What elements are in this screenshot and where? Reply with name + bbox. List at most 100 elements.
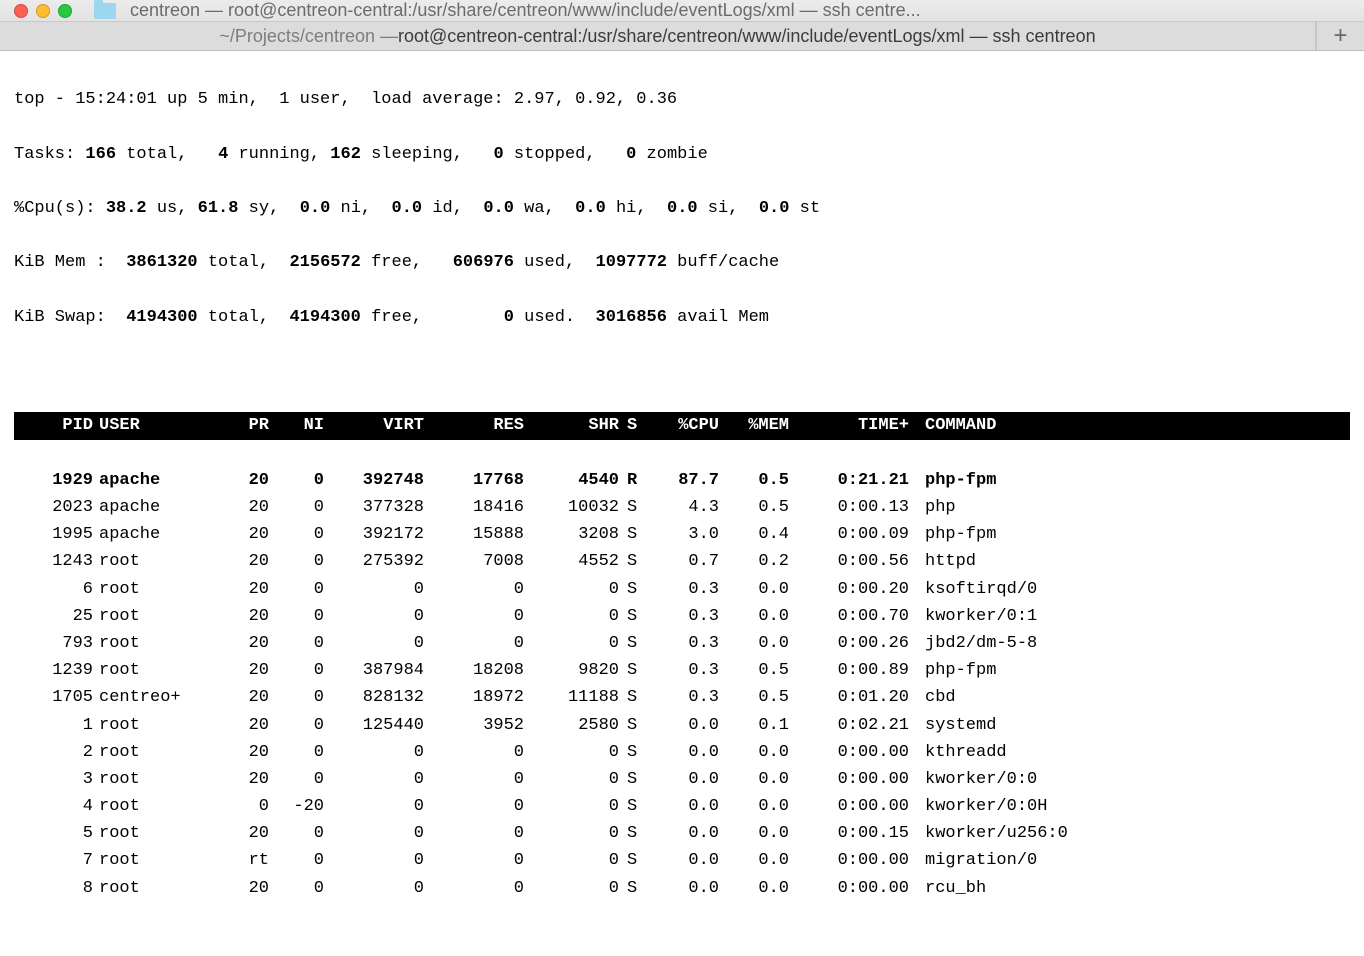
cell-ni: 0 (269, 521, 324, 548)
process-row: 793root200000S0.30.00:00.26jbd2/dm-5-8 (14, 630, 1350, 657)
cell-virt: 0 (324, 820, 424, 847)
col-pid: PID (14, 412, 99, 439)
col-cmd: COMMAND (919, 412, 1350, 439)
cell-pid: 5 (14, 820, 99, 847)
cell-ni: 0 (269, 847, 324, 874)
cell-virt: 387984 (324, 657, 424, 684)
top-summary-cpu: %Cpu(s): 38.2 us, 61.8 sy, 0.0 ni, 0.0 i… (14, 195, 1350, 222)
cell-res: 0 (424, 820, 524, 847)
cell-cmd: php-fpm (919, 467, 1350, 494)
cell-s: S (619, 793, 649, 820)
process-row: 1705centreo+2008281321897211188S0.30.50:… (14, 684, 1350, 711)
cell-cmd: rcu_bh (919, 875, 1350, 902)
cell-s: S (619, 657, 649, 684)
cell-ni: 0 (269, 657, 324, 684)
col-cpu: %CPU (649, 412, 719, 439)
cell-s: S (619, 684, 649, 711)
cell-user: root (99, 603, 219, 630)
cell-ni: 0 (269, 603, 324, 630)
cell-time: 0:00.00 (789, 875, 919, 902)
terminal-output[interactable]: top - 15:24:01 up 5 min, 1 user, load av… (0, 51, 1364, 956)
cell-ni: 0 (269, 875, 324, 902)
cell-cmd: systemd (919, 712, 1350, 739)
cell-ni: 0 (269, 494, 324, 521)
cell-virt: 0 (324, 766, 424, 793)
cell-user: apache (99, 494, 219, 521)
cell-virt: 0 (324, 875, 424, 902)
cell-mem: 0.0 (719, 603, 789, 630)
cell-mem: 0.0 (719, 739, 789, 766)
cell-shr: 9820 (524, 657, 619, 684)
cell-pr: 20 (219, 494, 269, 521)
cell-s: S (619, 630, 649, 657)
cell-shr: 0 (524, 766, 619, 793)
cell-s: S (619, 847, 649, 874)
cell-pr: 20 (219, 739, 269, 766)
process-row: 5root200000S0.00.00:00.15kworker/u256:0 (14, 820, 1350, 847)
cell-res: 3952 (424, 712, 524, 739)
cell-pid: 1705 (14, 684, 99, 711)
cell-pr: 20 (219, 875, 269, 902)
cell-res: 0 (424, 847, 524, 874)
cell-cmd: cbd (919, 684, 1350, 711)
cell-cmd: migration/0 (919, 847, 1350, 874)
cell-user: root (99, 766, 219, 793)
cell-virt: 0 (324, 847, 424, 874)
cell-cmd: kworker/0:0 (919, 766, 1350, 793)
cell-mem: 0.2 (719, 548, 789, 575)
col-time: TIME+ (789, 412, 919, 439)
cell-ni: -20 (269, 793, 324, 820)
cell-shr: 0 (524, 875, 619, 902)
cell-pid: 2023 (14, 494, 99, 521)
cell-time: 0:00.00 (789, 739, 919, 766)
cell-ni: 0 (269, 630, 324, 657)
cell-pid: 1995 (14, 521, 99, 548)
top-summary-mem: KiB Mem : 3861320 total, 2156572 free, 6… (14, 249, 1350, 276)
cell-time: 0:00.89 (789, 657, 919, 684)
tabbar: ~/Projects/centreon — root@centreon-cent… (0, 22, 1364, 51)
cell-cmd: kworker/u256:0 (919, 820, 1350, 847)
col-res: RES (424, 412, 524, 439)
cell-pr: 20 (219, 766, 269, 793)
cell-ni: 0 (269, 766, 324, 793)
col-pr: PR (219, 412, 269, 439)
cell-mem: 0.0 (719, 630, 789, 657)
cell-s: S (619, 521, 649, 548)
col-user: USER (99, 412, 219, 439)
cell-time: 0:02.21 (789, 712, 919, 739)
col-shr: SHR (524, 412, 619, 439)
process-row: 2root200000S0.00.00:00.00kthreadd (14, 739, 1350, 766)
cell-mem: 0.0 (719, 576, 789, 603)
tab-path-prefix: ~/Projects/centreon — (219, 26, 398, 47)
cell-cpu: 0.0 (649, 712, 719, 739)
cell-user: root (99, 630, 219, 657)
cell-virt: 0 (324, 576, 424, 603)
minimize-icon[interactable] (36, 4, 50, 18)
cell-cmd: php-fpm (919, 657, 1350, 684)
cell-cmd: httpd (919, 548, 1350, 575)
cell-pid: 1243 (14, 548, 99, 575)
process-row: 1root20012544039522580S0.00.10:02.21syst… (14, 712, 1350, 739)
cell-pr: 20 (219, 657, 269, 684)
col-virt: VIRT (324, 412, 424, 439)
cell-res: 0 (424, 576, 524, 603)
new-tab-button[interactable]: + (1316, 22, 1364, 50)
cell-time: 0:00.00 (789, 793, 919, 820)
cell-user: root (99, 847, 219, 874)
cell-mem: 0.5 (719, 467, 789, 494)
tab-active[interactable]: ~/Projects/centreon — root@centreon-cent… (0, 22, 1316, 50)
cell-cpu: 3.0 (649, 521, 719, 548)
cell-mem: 0.4 (719, 521, 789, 548)
cell-cpu: 0.3 (649, 657, 719, 684)
cell-pid: 6 (14, 576, 99, 603)
process-row: 3root200000S0.00.00:00.00kworker/0:0 (14, 766, 1350, 793)
cell-user: root (99, 793, 219, 820)
cell-user: apache (99, 521, 219, 548)
cell-cpu: 87.7 (649, 467, 719, 494)
cell-virt: 392172 (324, 521, 424, 548)
zoom-icon[interactable] (58, 4, 72, 18)
close-icon[interactable] (14, 4, 28, 18)
process-row: 8root200000S0.00.00:00.00rcu_bh (14, 875, 1350, 902)
cell-ni: 0 (269, 712, 324, 739)
cell-shr: 0 (524, 847, 619, 874)
